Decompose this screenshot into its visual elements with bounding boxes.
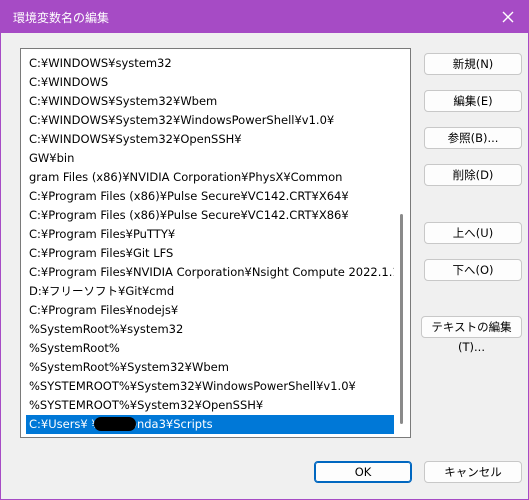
move-up-button[interactable]: 上へ(U)	[424, 222, 522, 244]
delete-button[interactable]: 削除(D)	[424, 164, 522, 186]
cancel-button[interactable]: キャンセル	[424, 461, 522, 483]
scrollbar-thumb[interactable]	[400, 214, 403, 424]
path-list-item[interactable]: GW¥bin	[26, 149, 396, 168]
path-list-item[interactable]: C:¥WINDOWS¥System32¥Wbem	[26, 92, 396, 111]
redaction-mark	[94, 417, 136, 431]
path-list-item[interactable]: C:¥WINDOWS¥System32¥WindowsPowerShell¥v1…	[26, 111, 396, 130]
new-button[interactable]: 新規(N)	[424, 53, 522, 75]
path-list-item[interactable]: C:¥Program Files¥PuTTY¥	[26, 225, 396, 244]
browse-button[interactable]: 参照(B)...	[424, 127, 522, 149]
path-list-item[interactable]: C:¥Program Files¥NVIDIA Corporation¥Nsig…	[26, 263, 396, 282]
move-down-button[interactable]: 下へ(O)	[424, 259, 522, 281]
path-list-item[interactable]: %SYSTEMROOT%¥System32¥OpenSSH¥	[26, 396, 396, 415]
close-icon	[502, 11, 514, 23]
path-list-item[interactable]: D:¥フリーソフト¥Git¥cmd	[26, 282, 396, 301]
path-list-item[interactable]: C:¥Program Files (x86)¥Pulse Secure¥VC14…	[26, 206, 396, 225]
ok-button[interactable]: OK	[314, 461, 412, 483]
path-list-item[interactable]: C:¥Program Files¥nodejs¥	[26, 301, 396, 320]
path-list-item[interactable]: %SystemRoot%¥system32	[26, 320, 396, 339]
edit-text-button[interactable]: テキストの編集(T)...	[421, 316, 522, 354]
path-list-item[interactable]: C:¥WINDOWS	[26, 73, 396, 92]
path-list-item[interactable]: C:¥WINDOWS¥System32¥OpenSSH¥	[26, 130, 396, 149]
path-list-item[interactable]: %SYSTEMROOT%¥System32¥WindowsPowerShell¥…	[26, 377, 396, 396]
window-title: 環境変数名の編集	[13, 11, 110, 25]
path-list-item[interactable]: C:¥Program Files (x86)¥Pulse Secure¥VC14…	[26, 187, 396, 206]
path-list-item[interactable]: gram Files (x86)¥NVIDIA Corporation¥Phys…	[26, 168, 396, 187]
path-list-item[interactable]: %SystemRoot%¥System32¥Wbem	[26, 358, 396, 377]
path-list[interactable]: C:¥WINDOWS¥system32 C:¥WINDOWS C:¥WINDOWS¥…	[20, 48, 411, 438]
path-list-item[interactable]: C:¥Program Files¥Git LFS	[26, 244, 396, 263]
title-bar: 環境変数名の編集	[1, 1, 528, 33]
path-list-item[interactable]: C:¥WINDOWS¥system32	[26, 54, 396, 73]
edit-button[interactable]: 編集(E)	[424, 90, 522, 112]
close-button[interactable]	[496, 5, 520, 29]
path-list-item[interactable]: %SystemRoot%	[26, 339, 396, 358]
list-scrollbar[interactable]	[394, 49, 410, 437]
path-list-rows: C:¥WINDOWS¥system32 C:¥WINDOWS C:¥WINDOWS¥…	[26, 54, 396, 434]
edit-environment-variable-dialog: 環境変数名の編集 C:¥WINDOWS¥system32 C:¥WINDOWS C:…	[0, 0, 529, 500]
path-list-item[interactable]: C:¥Users¥ ¥miniconda3¥Scripts	[26, 415, 396, 434]
